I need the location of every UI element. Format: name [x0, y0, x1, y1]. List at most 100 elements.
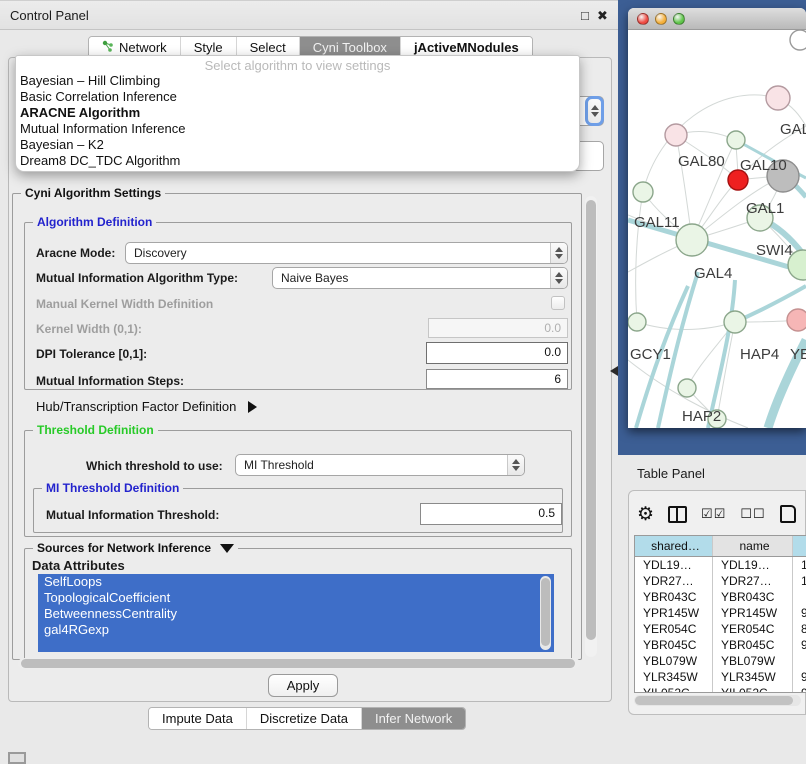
table-row[interactable]: YPR145WYPR145W9. [635, 605, 806, 621]
combo-stepper-icon [550, 243, 567, 263]
table-row[interactable]: YLR345WYLR345W9. [635, 669, 806, 685]
network-node[interactable] [676, 224, 708, 256]
settings-scrollbar[interactable] [585, 196, 597, 657]
table-cell: 9. [793, 605, 806, 621]
table-cell: 13 [793, 557, 806, 573]
mi-steps-label: Mutual Information Steps: [36, 374, 184, 388]
minimized-panel-icon[interactable] [8, 752, 26, 764]
deselect-all-checkboxes-icon[interactable]: ☐☐ [740, 506, 765, 522]
tab-label: Network [119, 40, 167, 55]
which-threshold-combobox[interactable]: MI Threshold [235, 454, 525, 476]
network-node[interactable] [787, 309, 806, 331]
manual-kernel-checkbox[interactable] [551, 296, 565, 310]
close-panel-icon[interactable]: ✖ [597, 8, 608, 24]
close-window-icon[interactable] [637, 13, 649, 25]
table-row[interactable]: YIL052CYIL052C9 [635, 685, 806, 693]
gear-icon[interactable]: ⚙ [637, 505, 654, 524]
network-icon [102, 40, 114, 56]
attribute-list-item[interactable]: SelfLoops [38, 574, 554, 590]
table-hscrollbar[interactable] [634, 695, 801, 706]
table-cell: YDL19… [713, 557, 793, 573]
network-node-label: GAL8 [780, 121, 806, 138]
network-node-label: HAP2 [682, 408, 721, 425]
network-node-label: HAP4 [740, 346, 779, 363]
algorithm-dropdown-popup: Select algorithm to view settings Bayesi… [15, 55, 580, 172]
combo-stepper-icon [586, 97, 603, 125]
mi-threshold-field[interactable]: 0.5 [420, 503, 562, 525]
attribute-scrollbar-thumb[interactable] [541, 578, 550, 646]
new-table-icon[interactable] [780, 505, 796, 523]
tab-impute-data[interactable]: Impute Data [149, 708, 247, 729]
attribute-list-scrollbar[interactable] [540, 576, 551, 650]
table-row[interactable]: YDR27…YDR27…12 [635, 573, 806, 589]
attribute-list-item[interactable]: BetweennessCentrality [38, 606, 554, 622]
table-row[interactable]: YDL19…YDL19…13 [635, 557, 806, 573]
table-row[interactable]: YBR045CYBR045C9. [635, 637, 806, 653]
zoom-window-icon[interactable] [673, 13, 685, 25]
network-node[interactable] [724, 311, 746, 333]
aracne-mode-combobox[interactable]: Discovery [125, 242, 568, 264]
table-panel: Table Panel ⚙ ☑☑ ☐☐ shared… name YDL19…Y… [618, 455, 806, 762]
settings-scrollbar-thumb[interactable] [586, 200, 596, 640]
table-panel-body: ⚙ ☑☑ ☐☐ shared… name YDL19…YDL19…13YDR27… [628, 490, 806, 715]
float-panel-icon[interactable]: □ [581, 8, 589, 23]
hub-definition-toggle[interactable]: Hub/Transcription Factor Definition [36, 399, 257, 414]
network-node[interactable] [727, 131, 745, 149]
tab-label: Style [194, 40, 223, 55]
table-row[interactable]: YER054CYER054C8. [635, 621, 806, 637]
settings-hscrollbar-thumb[interactable] [21, 659, 575, 668]
algorithm-list-item[interactable]: Bayesian – K2 [16, 137, 579, 153]
algorithm-list-item[interactable]: Mutual Information Inference [16, 121, 579, 137]
network-window-titlebar[interactable] [628, 8, 806, 30]
mi-steps-field[interactable]: 6 [426, 369, 568, 389]
algorithm-list-item[interactable]: Bayesian – Hill Climbing [16, 73, 579, 89]
group-title: Sources for Network Inference [33, 541, 238, 555]
network-edge[interactable] [636, 192, 643, 322]
table-cell: YBR045C [635, 637, 713, 653]
network-node[interactable] [628, 313, 646, 331]
network-node[interactable] [678, 379, 696, 397]
column-layout-icon[interactable] [668, 506, 687, 523]
network-edge[interactable] [708, 280, 735, 428]
expanded-arrow-icon[interactable] [220, 544, 234, 553]
select-all-checkboxes-icon[interactable]: ☑☑ [701, 506, 726, 522]
network-node[interactable] [665, 124, 687, 146]
table-cell: YDR27… [635, 573, 713, 589]
mi-algorithm-type-combobox[interactable]: Naive Bayes [272, 267, 568, 289]
settings-hscrollbar[interactable] [18, 658, 580, 669]
column-header[interactable]: name [713, 536, 793, 556]
network-node[interactable] [790, 30, 806, 50]
algorithm-list-item[interactable]: Basic Correlation Inference [16, 89, 579, 105]
column-header[interactable]: shared… [635, 536, 713, 556]
network-node[interactable] [633, 182, 653, 202]
network-edge[interactable] [637, 322, 735, 330]
algorithm-placeholder: Select algorithm to view settings [16, 56, 579, 73]
network-svg: GAL8GAL80GAL10GAL11GAL1SWI4GAL4GCY1HAP4Y… [628, 30, 806, 428]
table-hscrollbar-thumb[interactable] [635, 696, 793, 705]
network-node-label: GAL80 [678, 153, 725, 170]
table-row[interactable]: YBR043CYBR043C [635, 589, 806, 605]
data-attributes-list[interactable]: SelfLoopsTopologicalCoefficientBetweenne… [38, 574, 554, 652]
apply-button[interactable]: Apply [268, 674, 338, 697]
group-title: Cyni Algorithm Settings [21, 186, 165, 200]
dpi-tolerance-field[interactable]: 0.0 [426, 342, 568, 364]
tab-discretize-data[interactable]: Discretize Data [247, 708, 362, 729]
table-cell: YER054C [713, 621, 793, 637]
control-panel: Control Panel □ ✖ Network Style Select C… [0, 0, 620, 762]
aracne-mode-label: Aracne Mode: [36, 246, 115, 260]
column-header[interactable] [793, 536, 806, 556]
algorithm-list-item[interactable]: Dream8 DC_TDC Algorithm [16, 153, 579, 169]
tab-infer-network[interactable]: Infer Network [362, 708, 465, 729]
network-canvas[interactable]: GAL8GAL80GAL10GAL11GAL1SWI4GAL4GCY1HAP4Y… [628, 30, 806, 428]
table-row[interactable]: YBL079WYBL079W [635, 653, 806, 669]
node-table[interactable]: shared… name YDL19…YDL19…13YDR27…YDR27…1… [634, 535, 806, 693]
network-node[interactable] [766, 86, 790, 110]
minimize-window-icon[interactable] [655, 13, 667, 25]
table-cell: YPR145W [635, 605, 713, 621]
attribute-list-item[interactable]: gal4RGexp [38, 622, 554, 638]
kernel-width-field[interactable]: 0.0 [428, 318, 568, 338]
algorithm-list-item[interactable]: ARACNE Algorithm [16, 105, 579, 121]
attribute-list-item[interactable]: TopologicalCoefficient [38, 590, 554, 606]
group-title: Threshold Definition [33, 423, 158, 437]
table-cell: YLR345W [635, 669, 713, 685]
